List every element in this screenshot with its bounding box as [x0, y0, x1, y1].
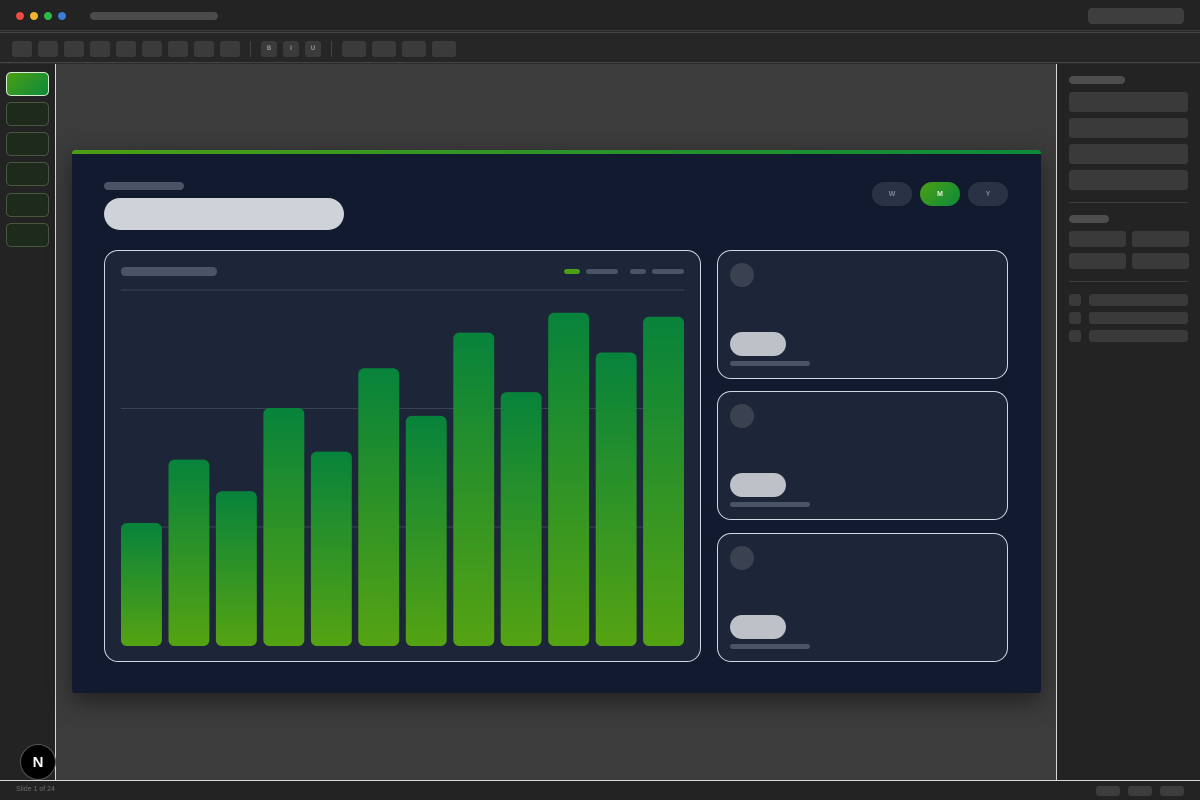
kpi-card-2: [717, 391, 1008, 520]
inspector-divider: [1069, 202, 1188, 203]
toolbar-button-8[interactable]: [194, 41, 214, 57]
chart-bar-8: [453, 332, 495, 646]
inspector-section-heading: [1069, 76, 1125, 84]
status-button-2[interactable]: [1128, 786, 1152, 796]
inspector-panel: [1056, 64, 1200, 780]
slide[interactable]: W M Y: [72, 150, 1041, 693]
inspector-divider: [1069, 281, 1188, 282]
period-tab-month[interactable]: M: [920, 182, 960, 206]
inspector-input-w[interactable]: [1069, 253, 1126, 269]
inspector-checkbox-2[interactable]: [1069, 312, 1081, 324]
slide-indicator: Slide 1 of 24: [16, 786, 55, 793]
chart-bar-10: [548, 312, 590, 646]
inspector-checkbox-1[interactable]: [1069, 294, 1081, 306]
bar-chart: [121, 289, 684, 646]
toolbar-button-1[interactable]: [12, 41, 32, 57]
slide-thumbnail-2[interactable]: [6, 102, 49, 126]
inspector-option-1: [1089, 294, 1188, 306]
toolbar-button-6[interactable]: [142, 41, 162, 57]
slide-thumbnail-4[interactable]: [6, 162, 49, 186]
kpi-icon: [730, 546, 754, 570]
kpi-icon: [730, 263, 754, 287]
chart-bar-12: [643, 316, 684, 646]
toolbar-button-11[interactable]: [372, 41, 396, 57]
inspector-input-h[interactable]: [1132, 253, 1189, 269]
chart-title: [121, 267, 217, 276]
toolbar-button-10[interactable]: [342, 41, 366, 57]
status-button-3[interactable]: [1160, 786, 1184, 796]
italic-button[interactable]: I: [283, 41, 299, 57]
toolbar-button-4[interactable]: [90, 41, 110, 57]
n-logo-badge[interactable]: N: [20, 744, 56, 780]
status-button-1[interactable]: [1096, 786, 1120, 796]
toolbar-button-7[interactable]: [168, 41, 188, 57]
kpi-value: [730, 473, 786, 497]
kpi-card-3: [717, 533, 1008, 662]
inspector-option-2: [1089, 312, 1188, 324]
chart-bar-6: [358, 368, 400, 646]
kpi-label: [730, 644, 810, 649]
kpi-card-1: [717, 250, 1008, 379]
legend-swatch-1: [564, 269, 580, 274]
inspector-section-heading: [1069, 215, 1109, 223]
zoom-window-button[interactable]: [44, 12, 52, 20]
period-tab-week[interactable]: W: [872, 182, 912, 206]
chart-bar-1: [121, 523, 162, 646]
chart-card: [104, 250, 701, 662]
inspector-input-x[interactable]: [1069, 231, 1126, 247]
chart-bar-5: [310, 451, 352, 646]
kpi-label: [730, 361, 810, 366]
kpi-value: [730, 332, 786, 356]
slide-eyebrow: [104, 182, 184, 190]
document-title: [90, 12, 218, 20]
legend-swatch-2: [630, 269, 646, 274]
legend-label-2: [652, 269, 684, 274]
inspector-field-4[interactable]: [1069, 170, 1188, 190]
status-bar: Slide 1 of 24: [0, 780, 1200, 800]
chart-bar-3: [215, 491, 257, 646]
title-bar: [0, 0, 1200, 31]
toolbar-button-9[interactable]: [220, 41, 240, 57]
slide-thumbnail-1[interactable]: [6, 72, 49, 96]
bold-button[interactable]: B: [261, 41, 277, 57]
toolbar-button-13[interactable]: [432, 41, 456, 57]
period-tab-year[interactable]: Y: [968, 182, 1008, 206]
chart-bar-4: [263, 408, 305, 646]
slide-title: [104, 198, 344, 230]
toolbar: B I U: [0, 32, 1200, 63]
close-window-button[interactable]: [16, 12, 24, 20]
minimize-window-button[interactable]: [30, 12, 38, 20]
chart-bar-11: [595, 352, 637, 646]
kpi-icon: [730, 404, 754, 428]
inspector-option-3: [1089, 330, 1188, 342]
chart-bar-7: [405, 415, 447, 646]
toolbar-button-12[interactable]: [402, 41, 426, 57]
toolbar-divider: [331, 41, 332, 57]
toolbar-divider: [250, 41, 251, 57]
toolbar-button-3[interactable]: [64, 41, 84, 57]
presentation-app: B I U W M Y Slide 1 of 24 N: [0, 0, 1200, 800]
toolbar-button-2[interactable]: [38, 41, 58, 57]
slide-thumbnail-5[interactable]: [6, 193, 49, 217]
kpi-value: [730, 615, 786, 639]
chart-bar-2: [168, 459, 210, 646]
inspector-field-1[interactable]: [1069, 92, 1188, 112]
slide-thumbnail-3[interactable]: [6, 132, 49, 156]
slide-thumbnail-6[interactable]: [6, 223, 49, 247]
toolbar-button-5[interactable]: [116, 41, 136, 57]
inspector-field-3[interactable]: [1069, 144, 1188, 164]
chart-bar-9: [500, 392, 542, 646]
slide-accent-bar: [72, 150, 1041, 154]
slide-canvas: W M Y: [56, 64, 1056, 780]
inspector-checkbox-3[interactable]: [1069, 330, 1081, 342]
window-status-dot: [58, 12, 66, 20]
share-button[interactable]: [1088, 8, 1184, 24]
legend-label-1: [586, 269, 618, 274]
underline-button[interactable]: U: [305, 41, 321, 57]
inspector-input-y[interactable]: [1132, 231, 1189, 247]
kpi-label: [730, 502, 810, 507]
slide-thumbnail-panel: [0, 64, 56, 780]
inspector-field-2[interactable]: [1069, 118, 1188, 138]
